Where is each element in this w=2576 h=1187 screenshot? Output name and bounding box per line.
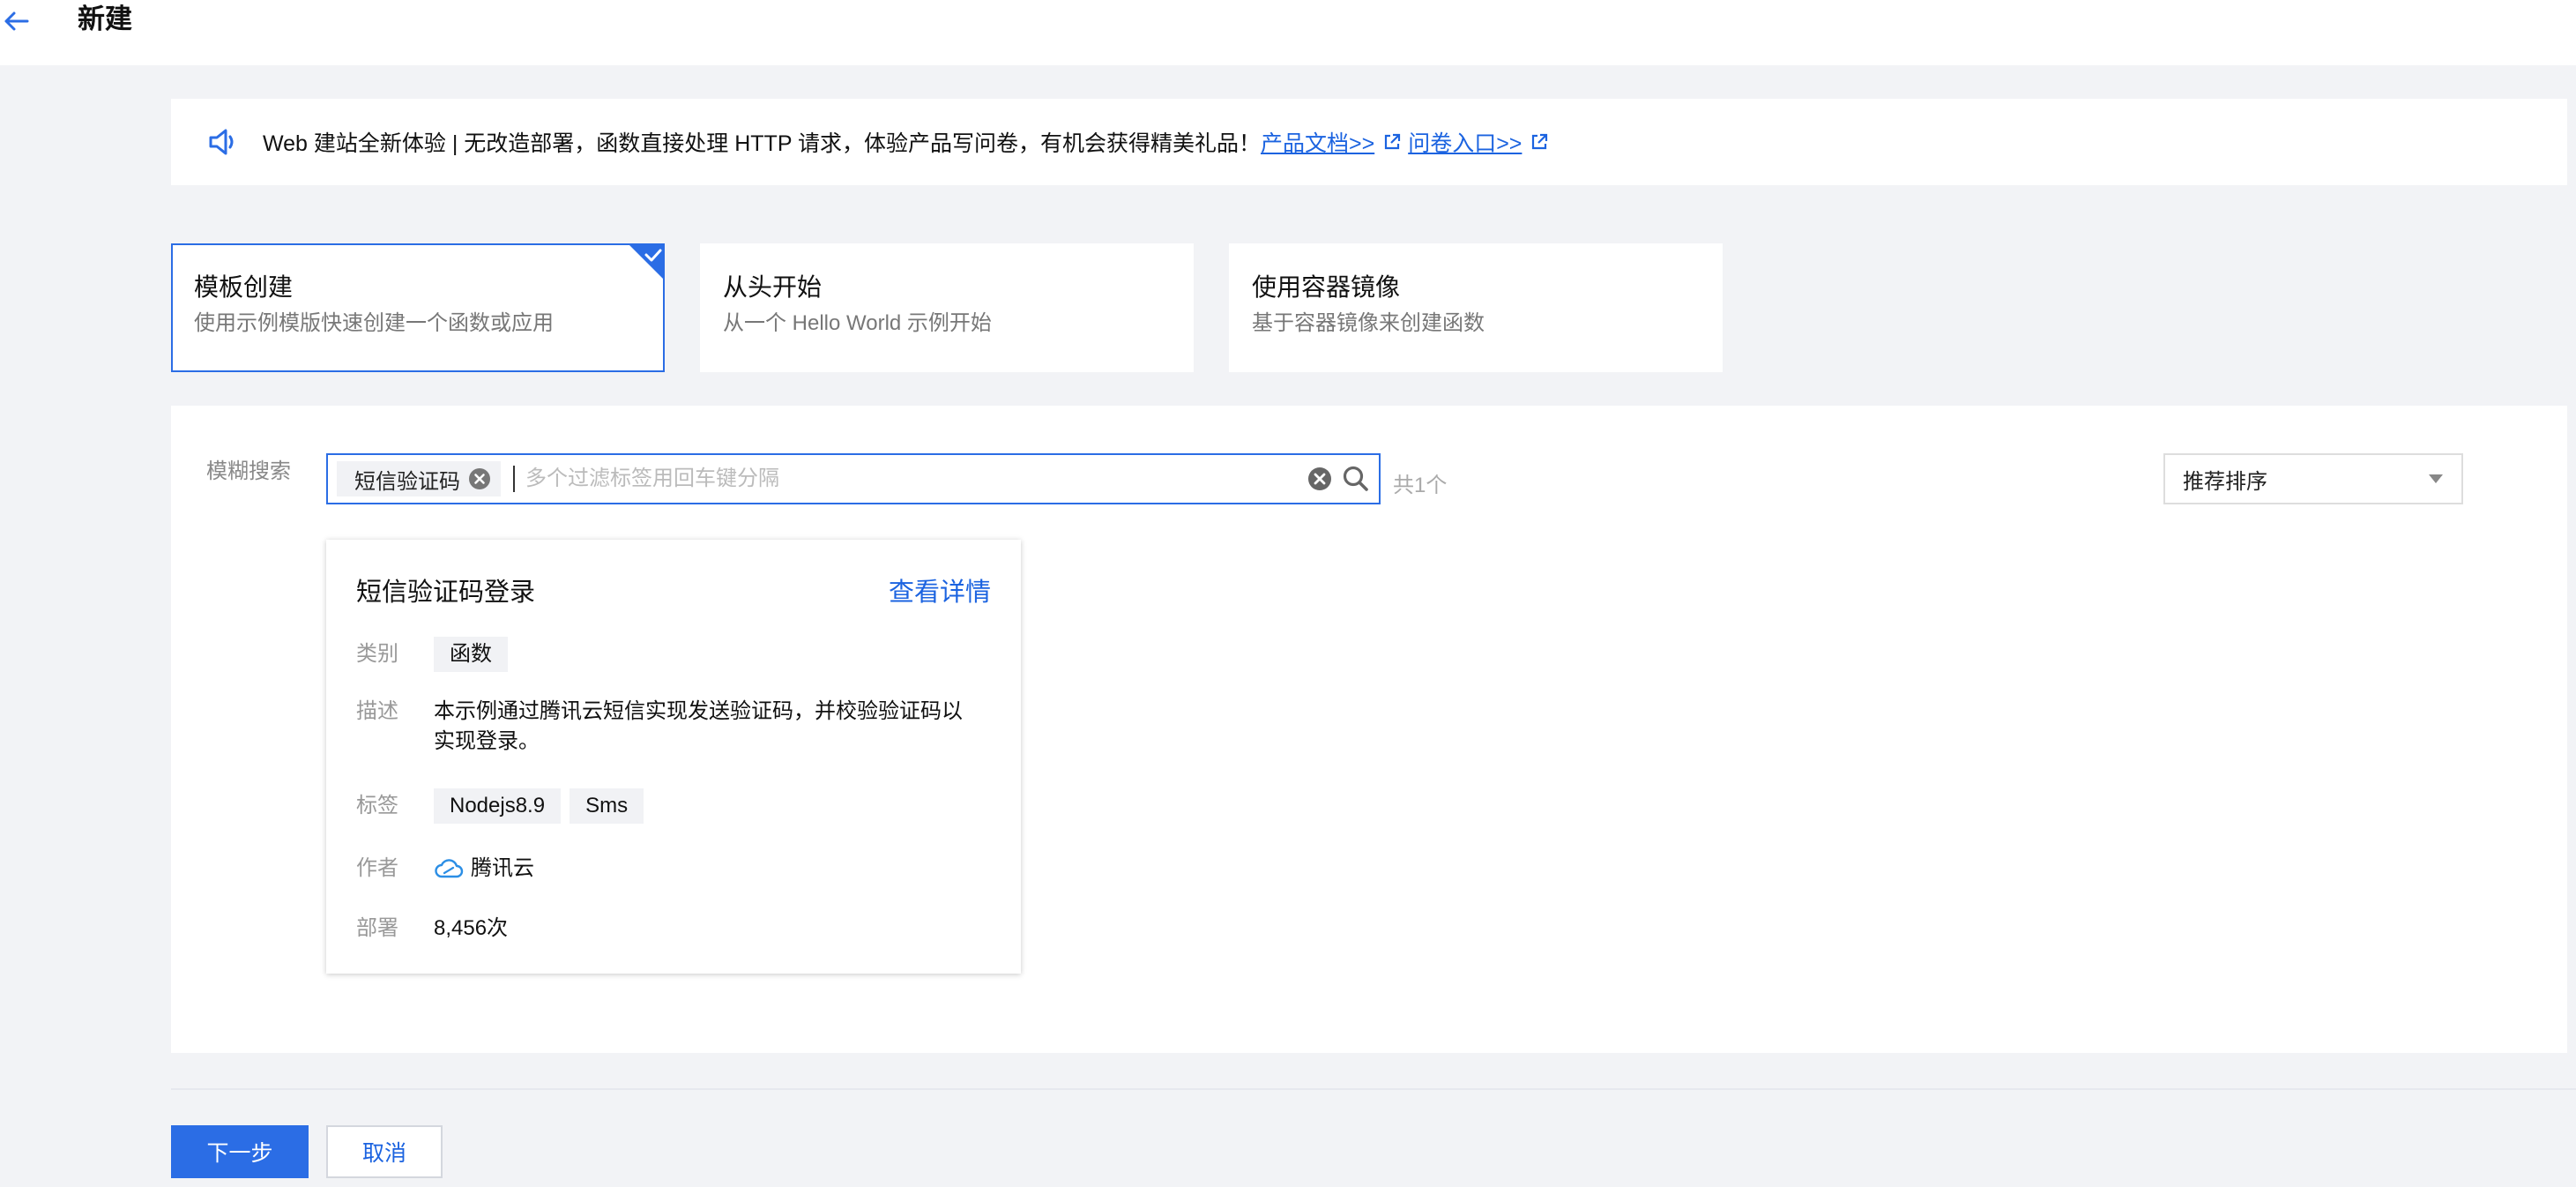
create-type-desc: 从一个 Hello World 示例开始	[723, 311, 992, 335]
footer-divider	[171, 1088, 2576, 1090]
external-link-icon[interactable]	[1530, 133, 1548, 151]
sort-selected-value: 推荐排序	[2183, 469, 2267, 494]
create-type-title: 模板创建	[194, 273, 294, 301]
page-title: 新建	[78, 4, 132, 34]
check-corner-icon	[628, 243, 665, 280]
page-header: 新建	[0, 0, 2576, 65]
survey-link[interactable]: 问卷入口>>	[1408, 126, 1522, 158]
create-type-template[interactable]: 模板创建 使用示例模版快速创建一个函数或应用	[171, 243, 665, 372]
text-caret	[513, 466, 515, 492]
result-count: 共1个	[1393, 474, 1448, 497]
cancel-button[interactable]: 取消	[326, 1125, 443, 1178]
remove-tag-icon[interactable]	[467, 467, 492, 491]
arrow-left-icon	[4, 11, 29, 31]
cloud-icon	[435, 859, 464, 878]
category-row: 类别 函数	[356, 637, 517, 672]
description-row: 描述 本示例通过腾讯云短信实现发送验证码，并校验验证码以实现登录。	[356, 697, 963, 757]
search-input[interactable]	[524, 461, 1307, 496]
view-details-link[interactable]: 查看详情	[889, 571, 991, 608]
create-type-container-image[interactable]: 使用容器镜像 基于容器镜像来创建函数	[1229, 243, 1723, 372]
external-link-icon[interactable]	[1383, 133, 1401, 151]
create-type-desc: 使用示例模版快速创建一个函数或应用	[194, 311, 554, 335]
template-card[interactable]: 短信验证码登录 查看详情 类别 函数 描述 本示例通过腾讯云短信实现发送验证码，…	[326, 540, 1021, 974]
create-type-from-scratch[interactable]: 从头开始 从一个 Hello World 示例开始	[700, 243, 1194, 372]
filter-tag: 短信验证码	[337, 461, 501, 496]
create-type-desc: 基于容器镜像来创建函数	[1252, 311, 1485, 335]
clear-icon[interactable]	[1307, 466, 1333, 492]
sort-select[interactable]: 推荐排序	[2163, 453, 2463, 504]
notice-banner: Web 建站全新体验 | 无改造部署，函数直接处理 HTTP 请求，体验产品写问…	[171, 99, 2567, 185]
category-label: 类别	[356, 642, 398, 666]
tag-pill: Nodejs8.9	[434, 788, 562, 824]
deploy-label: 部署	[356, 916, 398, 940]
caret-down-icon	[2429, 474, 2443, 483]
next-step-button[interactable]: 下一步	[171, 1125, 309, 1178]
template-title: 短信验证码登录	[356, 579, 536, 607]
deploy-row: 部署 8,456次	[356, 914, 508, 944]
tags-row: 标签 Nodejs8.9 Sms	[356, 788, 652, 824]
search-icon[interactable]	[1342, 465, 1370, 493]
filter-tag-label: 短信验证码	[354, 469, 460, 494]
description-value: 本示例通过腾讯云短信实现发送验证码，并校验验证码以实现登录。	[434, 699, 963, 753]
create-type-title: 从头开始	[723, 273, 823, 301]
speaker-icon	[209, 129, 234, 155]
tag-pill: Sms	[570, 788, 644, 824]
search-box[interactable]: 短信验证码	[326, 453, 1381, 504]
template-panel: 模糊搜索 短信验证码 共1个 推荐排序 短信验证码登录 查看详情	[171, 406, 2567, 1053]
product-docs-link[interactable]: 产品文档>>	[1261, 126, 1374, 158]
author-label: 作者	[356, 856, 398, 880]
author-row: 作者 腾讯云	[356, 854, 534, 884]
back-button[interactable]	[0, 5, 32, 37]
deploy-count: 8,456次	[434, 916, 509, 940]
search-label: 模糊搜索	[206, 459, 291, 483]
notice-text: Web 建站全新体验 | 无改造部署，函数直接处理 HTTP 请求，体验产品写问…	[263, 131, 1261, 156]
category-value: 函数	[434, 637, 508, 672]
description-label: 描述	[356, 699, 398, 723]
tags-label: 标签	[356, 794, 398, 817]
create-type-title: 使用容器镜像	[1252, 273, 1401, 301]
author-value: 腾讯云	[471, 856, 534, 880]
